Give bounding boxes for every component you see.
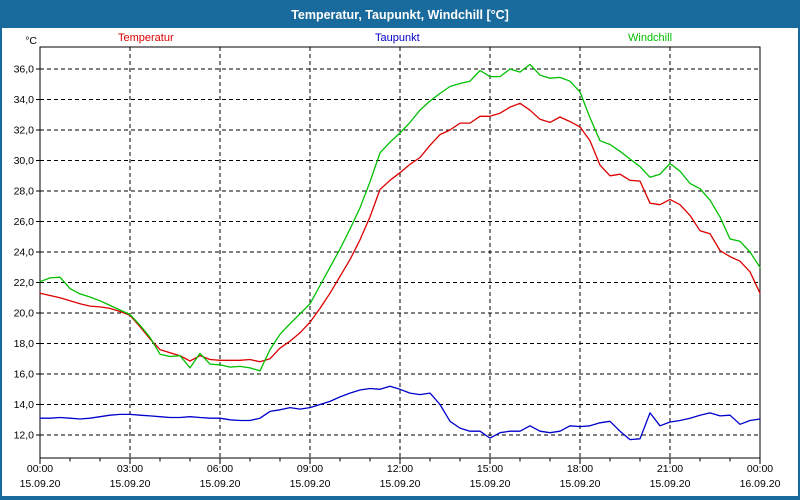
x-tick-date: 15.09.20 (110, 478, 151, 490)
x-tick-time: 09:00 (297, 463, 323, 475)
chart-window: Temperatur, Taupunkt, Windchill [°C] Tem… (0, 0, 800, 500)
y-axis-unit-label: °C (25, 35, 37, 47)
x-tick-time: 12:00 (387, 463, 413, 475)
y-tick-label: 18,0 (14, 338, 35, 350)
y-tick-label: 32,0 (14, 125, 35, 137)
x-tick-time: 00:00 (747, 463, 773, 475)
y-tick-label: 14,0 (14, 399, 35, 411)
y-tick-label: 36,0 (14, 64, 35, 76)
x-tick-date: 16.09.20 (740, 478, 781, 490)
x-tick-date: 15.09.20 (470, 478, 511, 490)
y-tick-label: 24,0 (14, 247, 35, 259)
x-tick-date: 15.09.20 (380, 478, 421, 490)
y-tick-label: 28,0 (14, 186, 35, 198)
x-tick-time: 18:00 (567, 463, 593, 475)
y-tick-label: 16,0 (14, 369, 35, 381)
x-tick-time: 00:00 (27, 463, 53, 475)
y-tick-label: 26,0 (14, 216, 35, 228)
x-tick-time: 21:00 (657, 463, 683, 475)
y-tick-label: 30,0 (14, 155, 35, 167)
chart-plot-area: 36,0 34,0 32,0 30,0 28,0 26,0 24,0 22,0 20,0 18,0… (14, 35, 781, 490)
x-tick-date: 15.09.20 (200, 478, 241, 490)
x-tick-time: 06:00 (207, 463, 233, 475)
x-tick-date: 15.09.20 (650, 478, 691, 490)
x-tick-date: 15.09.20 (20, 478, 61, 490)
x-tick-time: 15:00 (477, 463, 503, 475)
y-tick-label: 22,0 (14, 277, 35, 289)
x-tick-date: 15.09.20 (290, 478, 331, 490)
y-tick-label: 12,0 (14, 430, 35, 442)
y-tick-label: 34,0 (14, 94, 35, 106)
x-tick-date: 15.09.20 (560, 478, 601, 490)
x-tick-time: 03:00 (117, 463, 143, 475)
y-tick-label: 20,0 (14, 308, 35, 320)
